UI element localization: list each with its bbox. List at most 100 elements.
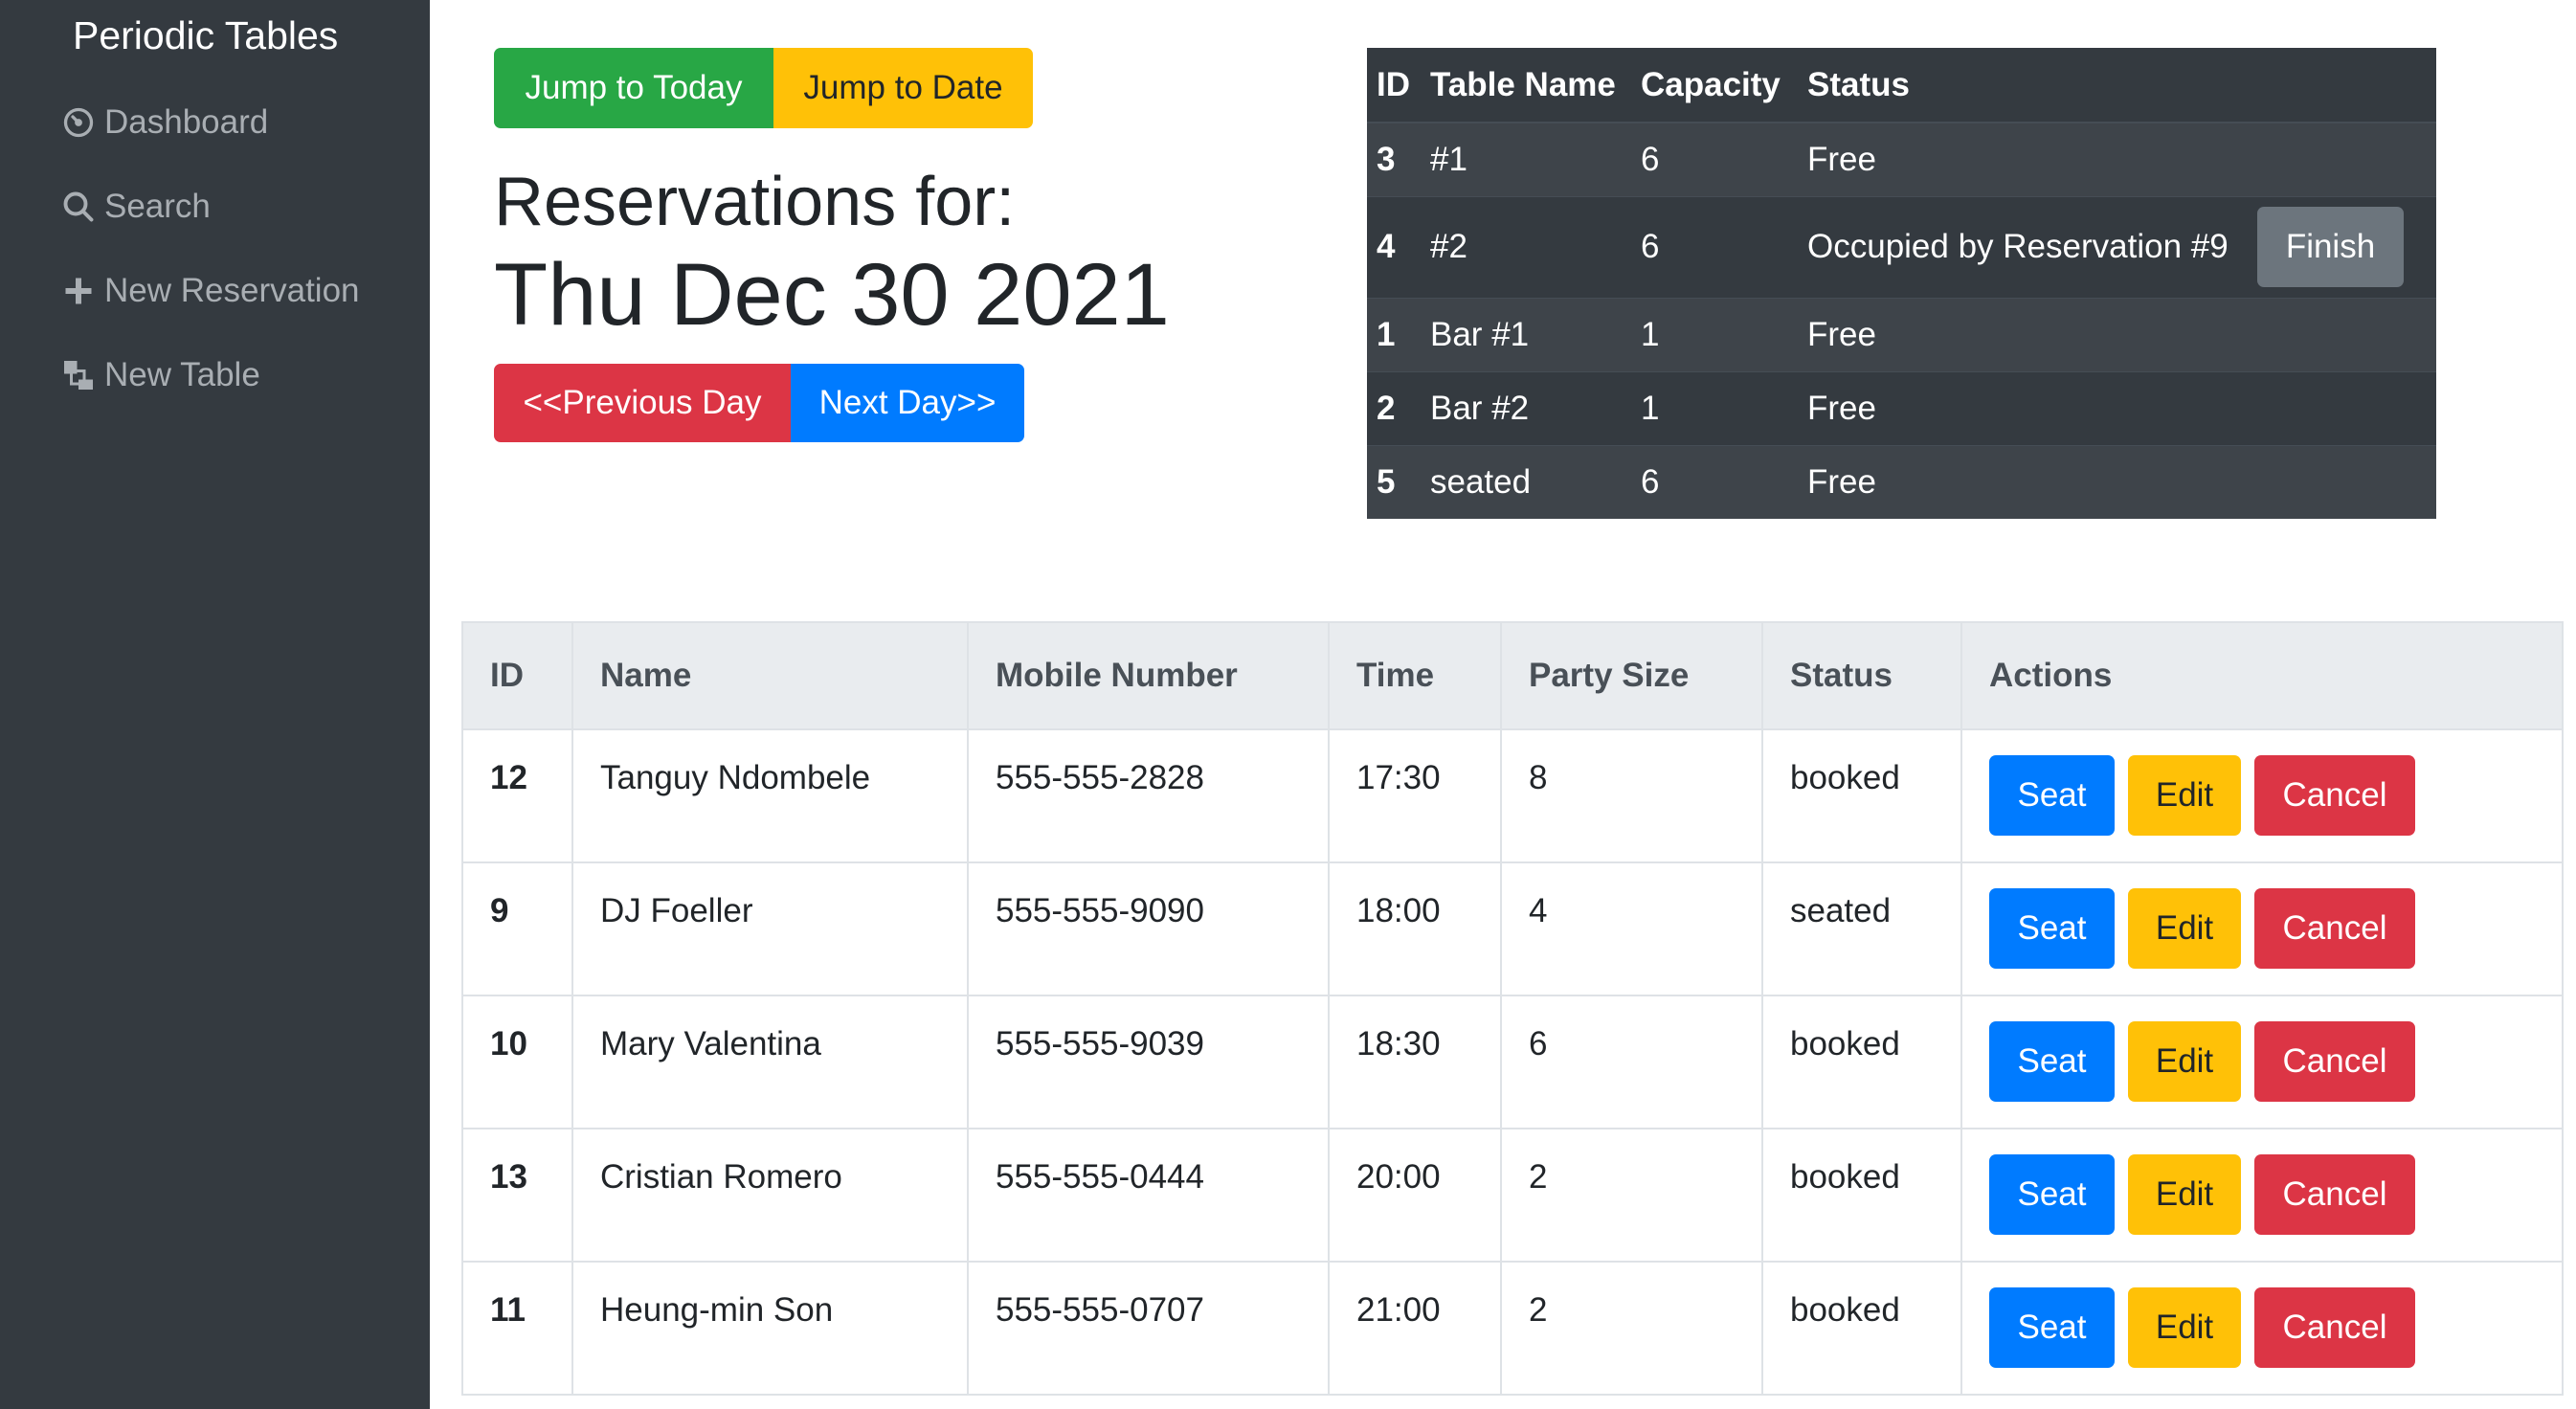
reservation-party-size: 2: [1500, 1261, 1763, 1396]
table-action: [2248, 122, 2436, 196]
cancel-button[interactable]: Cancel: [2254, 1154, 2415, 1235]
table-capacity: 6: [1631, 444, 1798, 519]
sidebar-item-label: New Reservation: [104, 272, 360, 309]
table-action: [2248, 370, 2436, 445]
table-action: [2248, 297, 2436, 371]
table-status: Free: [1798, 297, 2248, 371]
reservation-party-size: 8: [1500, 728, 1763, 863]
sidebar-item-label: Dashboard: [104, 103, 269, 141]
table-row: 4 #2 6 Occupied by Reservation #9 Finish: [1367, 195, 2436, 298]
table-row: 11 Heung-min Son 555-555-0707 21:00 2 bo…: [461, 1261, 2564, 1396]
tables-list: ID Table Name Capacity Status 3 #1 6 Fre…: [1367, 48, 2436, 519]
sidebar-item-new-table[interactable]: New Table: [60, 356, 260, 394]
sidebar-item-label: Search: [104, 188, 211, 225]
edit-button[interactable]: Edit: [2128, 755, 2241, 836]
col-id: ID: [1367, 48, 1421, 123]
reservation-party-size: 4: [1500, 861, 1763, 996]
table-row: 3 #1 6 Free: [1367, 122, 2436, 196]
table-id: 3: [1367, 122, 1421, 196]
reservation-party-size: 2: [1500, 1128, 1763, 1263]
table-name: seated: [1421, 444, 1631, 519]
reservations-date: Thu Dec 30 2021: [494, 246, 1170, 344]
reservation-time: 18:30: [1328, 995, 1502, 1129]
brand-title[interactable]: Periodic Tables: [73, 13, 338, 58]
table-status: Occupied by Reservation #9: [1798, 195, 2248, 298]
reservation-name: Tanguy Ndombele: [571, 728, 969, 863]
reservation-name: DJ Foeller: [571, 861, 969, 996]
table-id: 4: [1367, 195, 1421, 298]
next-day-button[interactable]: Next Day>>: [791, 364, 1024, 442]
col-action: [2248, 48, 2436, 123]
jump-to-date-button[interactable]: Jump to Date: [773, 48, 1033, 128]
table-row: 13 Cristian Romero 555-555-0444 20:00 2 …: [461, 1128, 2564, 1263]
finish-button[interactable]: Finish: [2257, 207, 2404, 287]
seat-button[interactable]: Seat: [1989, 1287, 2115, 1368]
sidebar-item-new-reservation[interactable]: New Reservation: [60, 272, 360, 310]
table-action: [2248, 444, 2436, 519]
table-id: 5: [1367, 444, 1421, 519]
table-name: #1: [1421, 122, 1631, 196]
reservations-label: Reservations for:: [494, 164, 1016, 240]
col-actions: Actions: [1960, 621, 2564, 730]
seat-button[interactable]: Seat: [1989, 755, 2115, 836]
table-row: 5 seated 6 Free: [1367, 444, 2436, 519]
reservations-table: ID Name Mobile Number Time Party Size St…: [461, 621, 2564, 1396]
sidebar-item-dashboard[interactable]: Dashboard: [60, 103, 268, 142]
edit-button[interactable]: Edit: [2128, 1021, 2241, 1102]
reservation-time: 18:00: [1328, 861, 1502, 996]
reservation-id: 12: [461, 728, 573, 863]
col-capacity: Capacity: [1631, 48, 1798, 123]
cancel-button[interactable]: Cancel: [2254, 1021, 2415, 1102]
table-row: 1 Bar #1 1 Free: [1367, 297, 2436, 371]
reservation-party-size: 6: [1500, 995, 1763, 1129]
reservation-mobile: 555-555-9090: [967, 861, 1330, 996]
reservation-id: 13: [461, 1128, 573, 1263]
plus-icon: [60, 273, 97, 309]
cancel-button[interactable]: Cancel: [2254, 755, 2415, 836]
table-id: 2: [1367, 370, 1421, 445]
reservation-status: seated: [1761, 861, 1962, 996]
col-mobile: Mobile Number: [967, 621, 1330, 730]
col-name: Name: [571, 621, 969, 730]
reservation-time: 20:00: [1328, 1128, 1502, 1263]
seat-button[interactable]: Seat: [1989, 1021, 2115, 1102]
sidebar-item-search[interactable]: Search: [60, 188, 211, 226]
reservation-id: 10: [461, 995, 573, 1129]
col-time: Time: [1328, 621, 1502, 730]
reservation-name: Mary Valentina: [571, 995, 969, 1129]
col-table-name: Table Name: [1421, 48, 1631, 123]
previous-day-button[interactable]: <<Previous Day: [494, 364, 791, 442]
dashboard-icon: [60, 104, 97, 141]
table-name: Bar #1: [1421, 297, 1631, 371]
reservation-mobile: 555-555-9039: [967, 995, 1330, 1129]
table-capacity: 1: [1631, 297, 1798, 371]
reservation-actions: Seat Edit Cancel: [1960, 995, 2564, 1129]
sidebar: Periodic Tables Dashboard Search New Res…: [0, 0, 430, 1409]
seat-button[interactable]: Seat: [1989, 1154, 2115, 1235]
jump-to-today-button[interactable]: Jump to Today: [494, 48, 773, 128]
table-capacity: 6: [1631, 122, 1798, 196]
reservation-mobile: 555-555-0444: [967, 1128, 1330, 1263]
col-party-size: Party Size: [1500, 621, 1763, 730]
table-capacity: 6: [1631, 195, 1798, 298]
edit-button[interactable]: Edit: [2128, 1154, 2241, 1235]
cancel-button[interactable]: Cancel: [2254, 888, 2415, 969]
edit-button: Edit: [2128, 888, 2241, 969]
col-status: Status: [1798, 48, 2248, 123]
table-status: Free: [1798, 122, 2248, 196]
table-name: #2: [1421, 195, 1631, 298]
reservations-header-row: ID Name Mobile Number Time Party Size St…: [461, 621, 2564, 730]
edit-button[interactable]: Edit: [2128, 1287, 2241, 1368]
reservation-id: 11: [461, 1261, 573, 1396]
reservation-actions: Seat Edit Cancel: [1960, 1128, 2564, 1263]
reservation-mobile: 555-555-2828: [967, 728, 1330, 863]
reservation-status: booked: [1761, 995, 1962, 1129]
cancel-button[interactable]: Cancel: [2254, 1287, 2415, 1368]
reservation-name: Cristian Romero: [571, 1128, 969, 1263]
reservation-time: 21:00: [1328, 1261, 1502, 1396]
reservation-status: booked: [1761, 1261, 1962, 1396]
table-id: 1: [1367, 297, 1421, 371]
reservation-mobile: 555-555-0707: [967, 1261, 1330, 1396]
layers-icon: [60, 357, 97, 393]
table-row: 10 Mary Valentina 555-555-9039 18:30 6 b…: [461, 995, 2564, 1129]
